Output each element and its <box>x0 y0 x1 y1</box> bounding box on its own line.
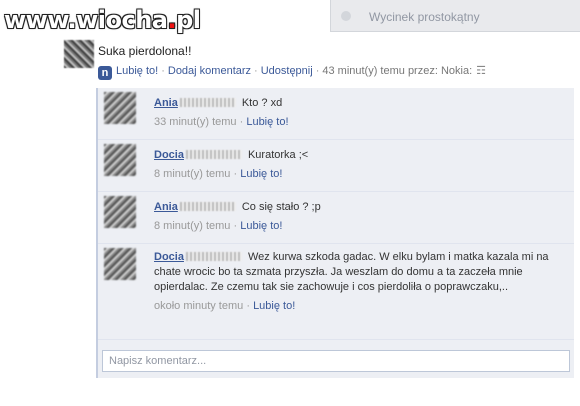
comment-time: około minuty temu <box>154 300 244 312</box>
comment-body: Ania Kto ? xd 33 minut(y) temu · Lubię to… <box>154 96 564 130</box>
comment-time: 8 minut(y) temu <box>154 220 231 232</box>
comment-like-link[interactable]: Lubię to! <box>240 220 282 232</box>
comment-body: Docia Kuratorka ;< 8 minut(y) temu · Lubi… <box>154 148 564 182</box>
comment-text: Co się stało ? ;p <box>241 201 321 213</box>
comment-avatar[interactable] <box>104 144 136 176</box>
site-watermark: www.wiocha.pl <box>4 6 201 34</box>
separator: · <box>315 65 320 77</box>
share-link[interactable]: Udostępnij <box>261 65 313 77</box>
separator: · <box>233 168 238 180</box>
post-text: Suka pierdolona!! <box>98 44 192 58</box>
comments-list: Ania Kto ? xd 33 minut(y) temu · Lubię to… <box>96 88 574 378</box>
separator: · <box>161 65 165 77</box>
comment-like-link[interactable]: Lubię to! <box>240 168 282 180</box>
comment-author[interactable]: Docia <box>154 149 184 161</box>
comment-avatar[interactable] <box>104 248 136 280</box>
add-comment-link[interactable]: Dodaj komentarz <box>168 65 251 77</box>
comment-item: Docia Wez kurwa szkoda gadac. W elku byla… <box>98 244 574 340</box>
separator: · <box>246 300 250 312</box>
comment-item: Docia Kuratorka ;< 8 minut(y) temu · Lubi… <box>98 140 574 192</box>
watermark-right: pl <box>176 6 201 34</box>
comment-body: Ania Co się stało ? ;p 8 minut(y) temu · … <box>154 200 564 234</box>
comment-item: Ania Co się stało ? ;p 8 minut(y) temu · … <box>98 192 574 244</box>
comment-text: Kto ? xd <box>241 97 283 109</box>
watermark-left: www.wiocha <box>4 6 168 34</box>
comment-like-link[interactable]: Lubię to! <box>253 300 295 312</box>
like-link[interactable]: Lubię to! <box>116 65 158 77</box>
comment-body: Docia Wez kurwa szkoda gadac. W elku byla… <box>154 250 564 314</box>
comment-time: 8 minut(y) temu <box>154 168 231 180</box>
comment-author[interactable]: Docia <box>154 251 184 263</box>
post-actions: n Lubię to! · Dodaj komentarz · Udostępnij · 43… <box>98 64 580 84</box>
comment-input[interactable]: Napisz komentarz... <box>102 350 570 372</box>
separator: · <box>254 65 258 77</box>
search-placeholder: Wycinek prostokątny <box>369 10 480 24</box>
redacted-name <box>185 150 242 159</box>
watermark-dot: . <box>167 6 177 34</box>
comment-author[interactable]: Ania <box>154 201 178 213</box>
redacted-name <box>179 202 236 211</box>
comment-text: Kuratorka ;< <box>247 149 309 161</box>
post-meta: 43 minut(y) temu przez: Nokia: <box>322 65 473 77</box>
comment-author[interactable]: Ania <box>154 97 178 109</box>
nokia-app-icon: n <box>98 66 112 80</box>
redacted-name <box>185 252 242 261</box>
separator: · <box>233 220 238 232</box>
search-icon <box>341 11 351 21</box>
comment-like-link[interactable]: Lubię to! <box>246 116 288 128</box>
top-search-bar[interactable]: Wycinek prostokątny <box>330 0 580 32</box>
redacted-name <box>179 98 236 107</box>
comment-avatar[interactable] <box>104 196 136 228</box>
friends-icon[interactable]: ☶ <box>476 64 486 77</box>
comment-avatar[interactable] <box>104 92 136 124</box>
comment-item: Ania Kto ? xd 33 minut(y) temu · Lubię to… <box>98 88 574 140</box>
post-author-avatar[interactable] <box>64 40 94 68</box>
separator: · <box>239 116 244 128</box>
comment-time: 33 minut(y) temu <box>154 116 237 128</box>
